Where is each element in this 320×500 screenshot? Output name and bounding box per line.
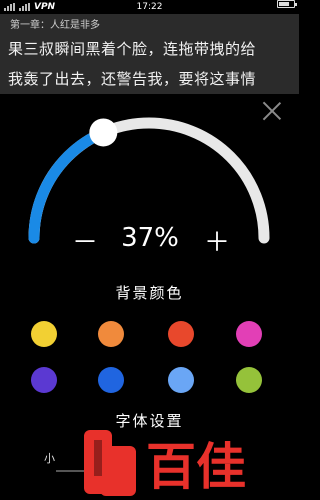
chapter-title: 第一章：人红是非多	[10, 20, 100, 31]
font-size-small-label: 小	[44, 452, 55, 465]
reader-content: 第一章：人红是非多 果三叔瞬间黑着个脸，连拖带拽的给 我轰了出去，还警告我，要将…	[0, 14, 299, 94]
color-swatch-magenta[interactable]	[236, 321, 262, 347]
brightness-knob[interactable]	[89, 118, 118, 147]
color-swatch-purple[interactable]	[31, 367, 57, 393]
color-swatch-orange[interactable]	[98, 321, 124, 347]
watermark-logo: 百佳	[84, 430, 246, 496]
brightness-track[interactable]	[28, 117, 270, 244]
reader-line: 果三叔瞬间黑着个脸，连拖带拽的给	[8, 40, 257, 58]
color-swatch-green[interactable]	[236, 367, 262, 393]
watermark-text: 百佳	[146, 438, 246, 496]
color-swatch-yellow[interactable]	[31, 321, 57, 347]
status-bar: VPN 17:22	[0, 0, 299, 14]
status-right	[277, 0, 297, 8]
reader-line: 我轰了出去，还警告我，要将这事情	[8, 70, 257, 88]
brightness-value: 37%	[121, 223, 179, 253]
color-swatch-blue[interactable]	[98, 367, 124, 393]
background-color-title: 背景颜色	[115, 284, 184, 302]
battery-icon	[277, 0, 297, 8]
color-swatch-red[interactable]	[168, 321, 194, 347]
status-time: 17:22	[136, 2, 163, 12]
brightness-decrease-button[interactable]: －	[70, 222, 100, 259]
brightness-increase-button[interactable]: ＋	[202, 222, 232, 259]
color-swatch-sky[interactable]	[168, 367, 194, 393]
